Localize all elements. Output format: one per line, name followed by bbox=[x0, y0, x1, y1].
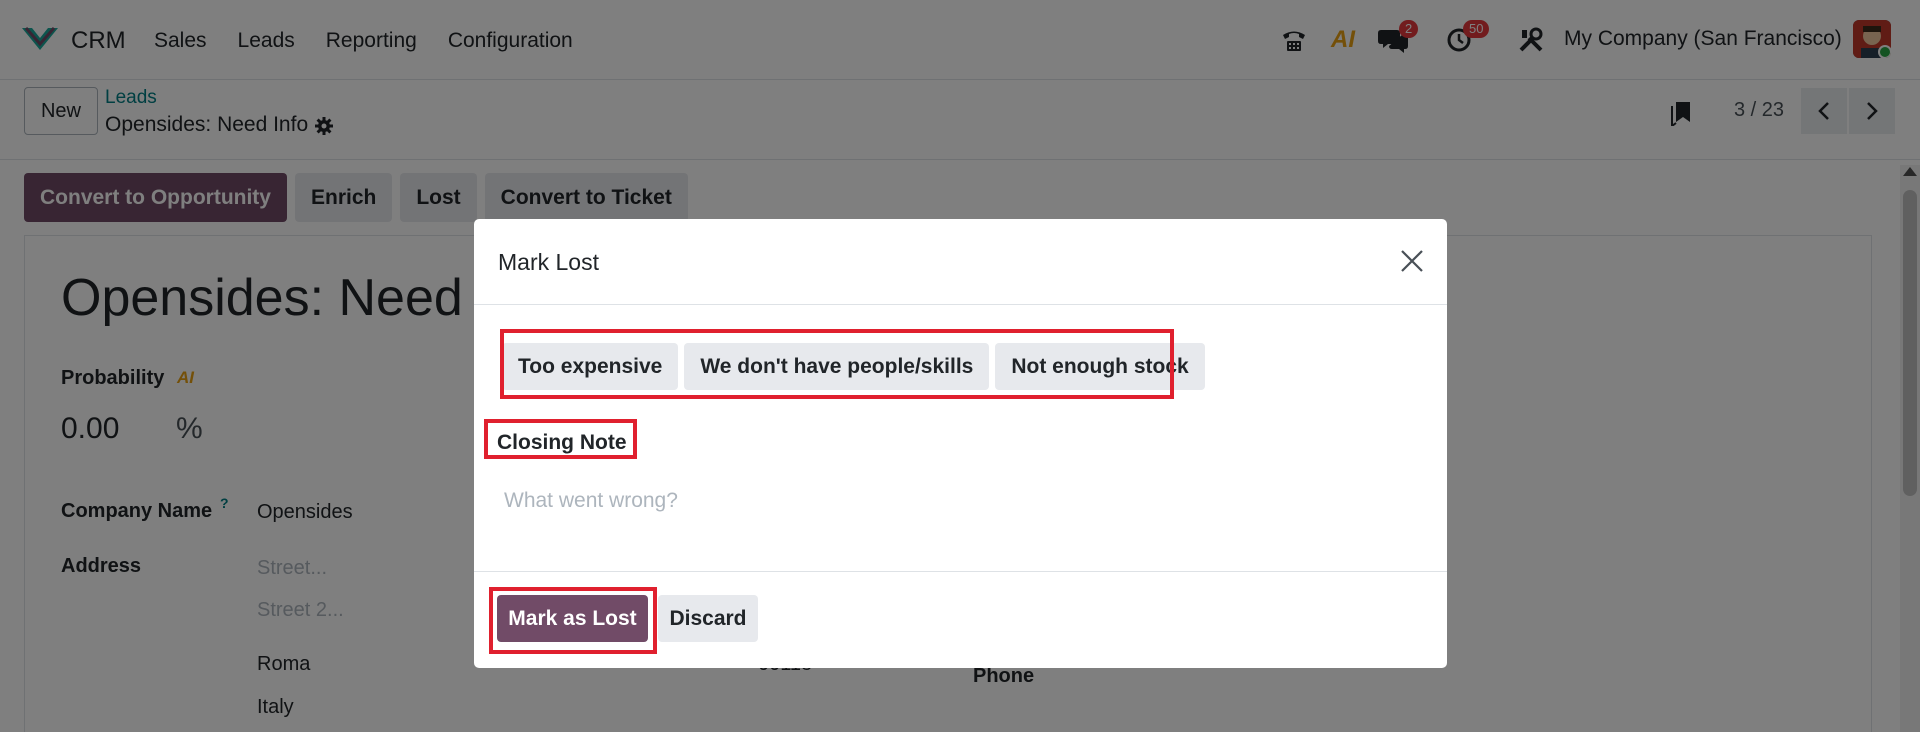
discard-button[interactable]: Discard bbox=[658, 595, 758, 642]
closing-note-input[interactable] bbox=[504, 481, 1404, 521]
close-icon[interactable] bbox=[1399, 248, 1425, 274]
highlight-box-closing-note bbox=[484, 419, 637, 459]
dialog-title: Mark Lost bbox=[498, 249, 599, 275]
highlight-box-mark-as-lost bbox=[489, 587, 657, 654]
dialog-footer-divider bbox=[474, 571, 1447, 572]
highlight-box-reasons bbox=[500, 329, 1174, 399]
mark-lost-dialog: Mark Lost Too expensive We don't have pe… bbox=[474, 219, 1447, 668]
dialog-header: Mark Lost bbox=[474, 219, 1447, 305]
